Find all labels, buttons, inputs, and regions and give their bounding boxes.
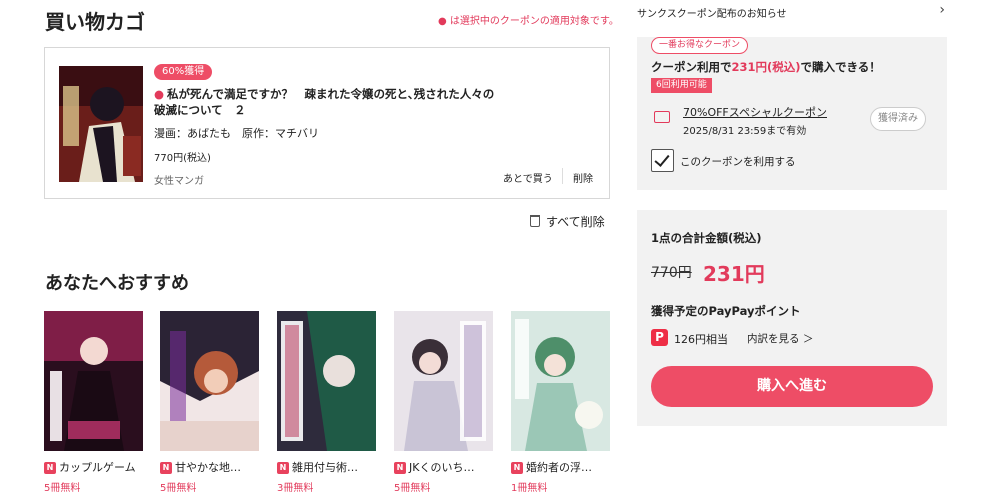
recommend-cover[interactable] (511, 311, 610, 451)
recommend-name: N 甘やかな地… (160, 459, 259, 475)
page-title: 買い物カゴ (45, 10, 145, 34)
recommend-item[interactable]: N カップルゲーム 5冊無料 (44, 311, 143, 494)
recommend-item[interactable]: N 甘やかな地… 5冊無料 (160, 311, 259, 494)
save-for-later-button[interactable]: あとで買う (503, 170, 553, 185)
new-badge-icon: N (511, 462, 523, 474)
free-count: 3冊無料 (277, 483, 314, 494)
trash-icon (530, 215, 540, 227)
new-badge-icon: N (44, 462, 56, 474)
delete-all-label: すべて削除 (546, 215, 605, 229)
coupon-name-link[interactable]: 70%OFFスペシャルクーポン (683, 104, 827, 120)
recommend-cover[interactable] (394, 311, 493, 451)
coupon-panel: 一番お得なクーポン クーポン利用で231円(税込)で購入できる！ 6回利用可能 … (637, 37, 947, 190)
original-price: 770円 (651, 265, 692, 281)
item-title-text: 私が死んで満足ですか？ 疎まれた令嬢の死と､残された人々の破滅について ２ (154, 87, 495, 117)
coupon-target-dot-icon: ● (154, 87, 165, 101)
use-coupon-checkbox[interactable] (651, 149, 674, 172)
new-badge-icon: N (277, 462, 289, 474)
book-cover[interactable] (59, 66, 143, 182)
chevron-right-icon: › (939, 2, 945, 18)
free-count: 5冊無料 (160, 483, 197, 494)
points-value: 126円相当 (674, 333, 728, 346)
recommend-cover[interactable] (160, 311, 259, 451)
coupon-headline: クーポン利用で231円(税込)で購入できる！ (651, 60, 881, 74)
recommend-cover[interactable] (44, 311, 143, 451)
free-count: 5冊無料 (44, 483, 81, 494)
total-panel: 1点の合計金額(税込) 770円 231円 獲得予定のPayPayポイント P … (637, 210, 947, 426)
proceed-to-purchase-button[interactable]: 購入へ進む (651, 366, 933, 407)
free-count: 5冊無料 (394, 483, 431, 494)
item-price: 770円(税込) (154, 153, 211, 164)
item-author: 漫画：あばたも 原作：マチバリ (154, 127, 319, 140)
cart-item: 60%獲得 ● 私が死んで満足ですか？ 疎まれた令嬢の死と､残された人々の破滅につ… (44, 47, 610, 199)
use-coupon-label[interactable]: このクーポンを利用する (680, 154, 796, 169)
recommend-item[interactable]: N 雑用付与術… 3冊無料 (277, 311, 376, 494)
total-label: 1点の合計金額(税込) (651, 231, 762, 245)
delete-all-button[interactable]: すべて削除 (530, 213, 605, 230)
recommend-title: あなたへおすすめ (45, 273, 189, 294)
coupon-target-note: ● は選択中のクーポンの適用対象です。 (438, 16, 619, 27)
usable-count-badge: 6回利用可能 (651, 78, 712, 93)
recommend-name: N カップルゲーム (44, 459, 143, 475)
points-detail-link[interactable]: 内訳を見る ＞ (747, 331, 813, 346)
best-coupon-badge: 一番お得なクーポン (651, 37, 749, 54)
new-badge-icon: N (394, 462, 406, 474)
coupon-notice-label: サンクスクーポン配布のお知らせ (637, 9, 787, 20)
recommend-name: N JKくのいち… (394, 459, 493, 475)
recommend-name: N 婚約者の浮… (511, 459, 610, 475)
recommend-name: N 雑用付与術… (277, 459, 376, 475)
paypay-icon: P (651, 329, 668, 346)
recommend-cover[interactable] (277, 311, 376, 451)
coupon-notice-link[interactable]: サンクスクーポン配布のお知らせ › (637, 2, 947, 20)
checkmark-icon (654, 151, 670, 167)
new-badge-icon: N (160, 462, 172, 474)
recommend-item[interactable]: N JKくのいち… 5冊無料 (394, 311, 493, 494)
recommend-item[interactable]: N 婚約者の浮… 1冊無料 (511, 311, 610, 494)
coupon-ticket-icon (654, 111, 670, 123)
point-rate-badge: 60%獲得 (154, 64, 213, 80)
item-genre: 女性マンガ (154, 176, 204, 187)
free-count: 1冊無料 (511, 483, 548, 494)
delete-item-button[interactable]: 削除 (573, 170, 593, 185)
points-label: 獲得予定のPayPayポイント (651, 304, 801, 318)
coupon-expiry: 2025/8/31 23:59まで有効 (683, 126, 807, 137)
acquired-button[interactable]: 獲得済み (870, 107, 926, 131)
divider (562, 168, 563, 184)
sale-price: 231円 (703, 262, 765, 286)
item-title[interactable]: ● 私が死んで満足ですか？ 疎まれた令嬢の死と､残された人々の破滅について ２ (154, 86, 504, 118)
